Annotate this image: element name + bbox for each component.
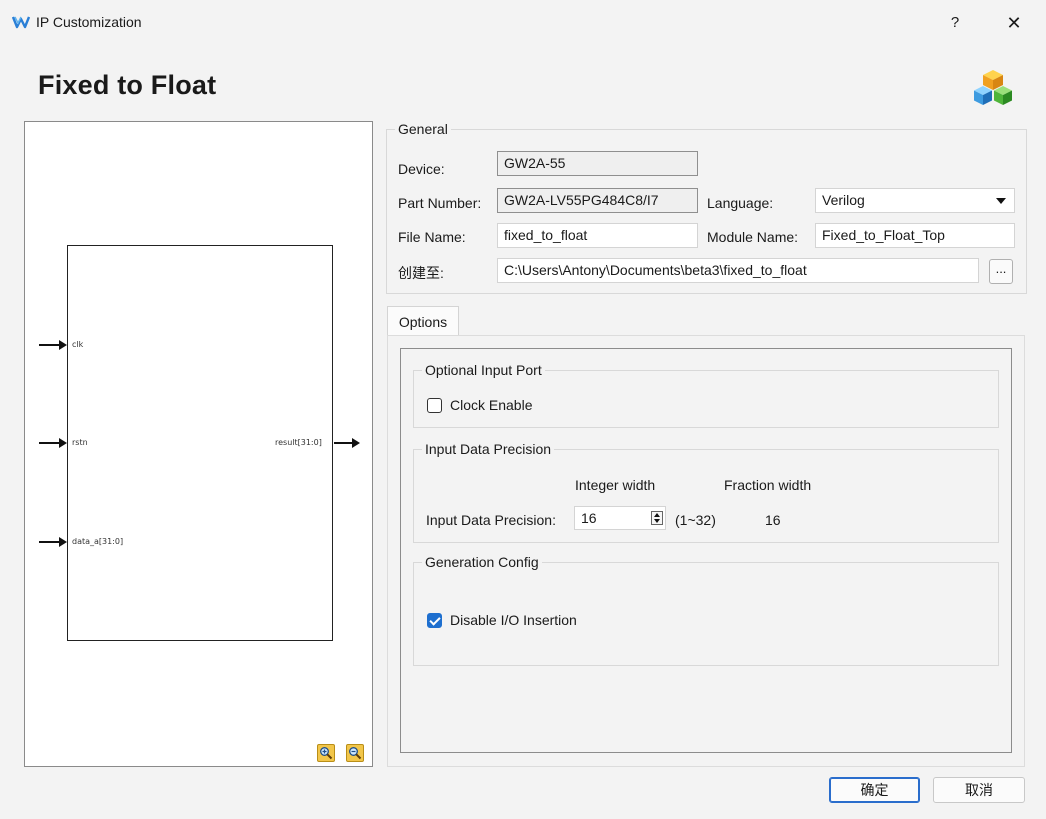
file-name-input[interactable]: fixed_to_float (497, 223, 698, 248)
part-number-label: Part Number: (398, 195, 482, 211)
port-arrow-rstn (39, 438, 67, 448)
tab-options[interactable]: Options (387, 306, 459, 336)
device-label: Device: (398, 161, 445, 177)
close-button[interactable]: ✕ (996, 8, 1032, 38)
create-at-input[interactable]: C:\Users\Antony\Documents\beta3\fixed_to… (497, 258, 979, 283)
language-label: Language: (707, 195, 774, 211)
precision-group (413, 449, 999, 543)
fraction-width-value: 16 (765, 512, 781, 528)
create-at-label: 创建至: (398, 265, 444, 281)
zoom-in-icon (320, 747, 333, 760)
ip-diagram-panel: clk rstn data_a[31:0] result[31:0] (24, 121, 373, 767)
spin-arrows-icon[interactable] (651, 511, 663, 525)
ip-cubes-icon (974, 70, 1012, 105)
integer-width-header: Integer width (575, 477, 656, 493)
disable-io-checkbox[interactable] (427, 613, 442, 628)
module-name-label: Module Name: (707, 229, 799, 245)
title-bar: IP Customization ? ✕ (0, 0, 1046, 46)
language-select[interactable]: Verilog (815, 188, 1015, 213)
gowin-logo-icon (12, 16, 30, 29)
file-name-label: File Name: (398, 229, 466, 245)
integer-width-spinbox[interactable]: 16 (574, 506, 666, 530)
zoom-in-button[interactable] (317, 744, 335, 762)
device-field: GW2A-55 (497, 151, 698, 176)
chevron-down-icon (996, 198, 1006, 204)
port-arrow-result (334, 438, 360, 448)
language-select-value: Verilog (822, 192, 865, 208)
ok-button[interactable]: 确定 (829, 777, 920, 803)
clock-enable-checkbox[interactable] (427, 398, 442, 413)
window-title: IP Customization (36, 14, 142, 30)
part-number-field: GW2A-LV55PG484C8/I7 (497, 188, 698, 213)
module-name-input[interactable]: Fixed_to_Float_Top (815, 223, 1015, 248)
zoom-out-button[interactable] (346, 744, 364, 762)
zoom-out-icon (349, 747, 362, 760)
port-arrow-clk (39, 340, 67, 350)
page-title: Fixed to Float (38, 70, 217, 100)
disable-io-label: Disable I/O Insertion (450, 612, 577, 628)
integer-range-hint: (1~32) (675, 512, 716, 528)
fraction-width-header: Fraction width (724, 477, 812, 493)
help-button[interactable]: ? (940, 8, 970, 38)
cancel-button[interactable]: 取消 (933, 777, 1025, 803)
port-label-data-a: data_a[31:0] (72, 537, 124, 546)
precision-row-label: Input Data Precision: (426, 512, 556, 528)
port-label-clk: clk (72, 340, 84, 349)
clock-enable-label: Clock Enable (450, 397, 533, 413)
browse-button[interactable]: ... (989, 259, 1013, 284)
port-label-rstn: rstn (72, 438, 88, 447)
generation-group-title: Generation Config (422, 554, 542, 570)
port-label-result: result[31:0] (275, 438, 322, 447)
precision-group-title: Input Data Precision (422, 441, 555, 457)
general-group-title: General (395, 121, 451, 137)
port-arrow-data-a (39, 537, 67, 547)
optional-input-title: Optional Input Port (422, 362, 545, 378)
integer-width-value: 16 (581, 510, 597, 526)
